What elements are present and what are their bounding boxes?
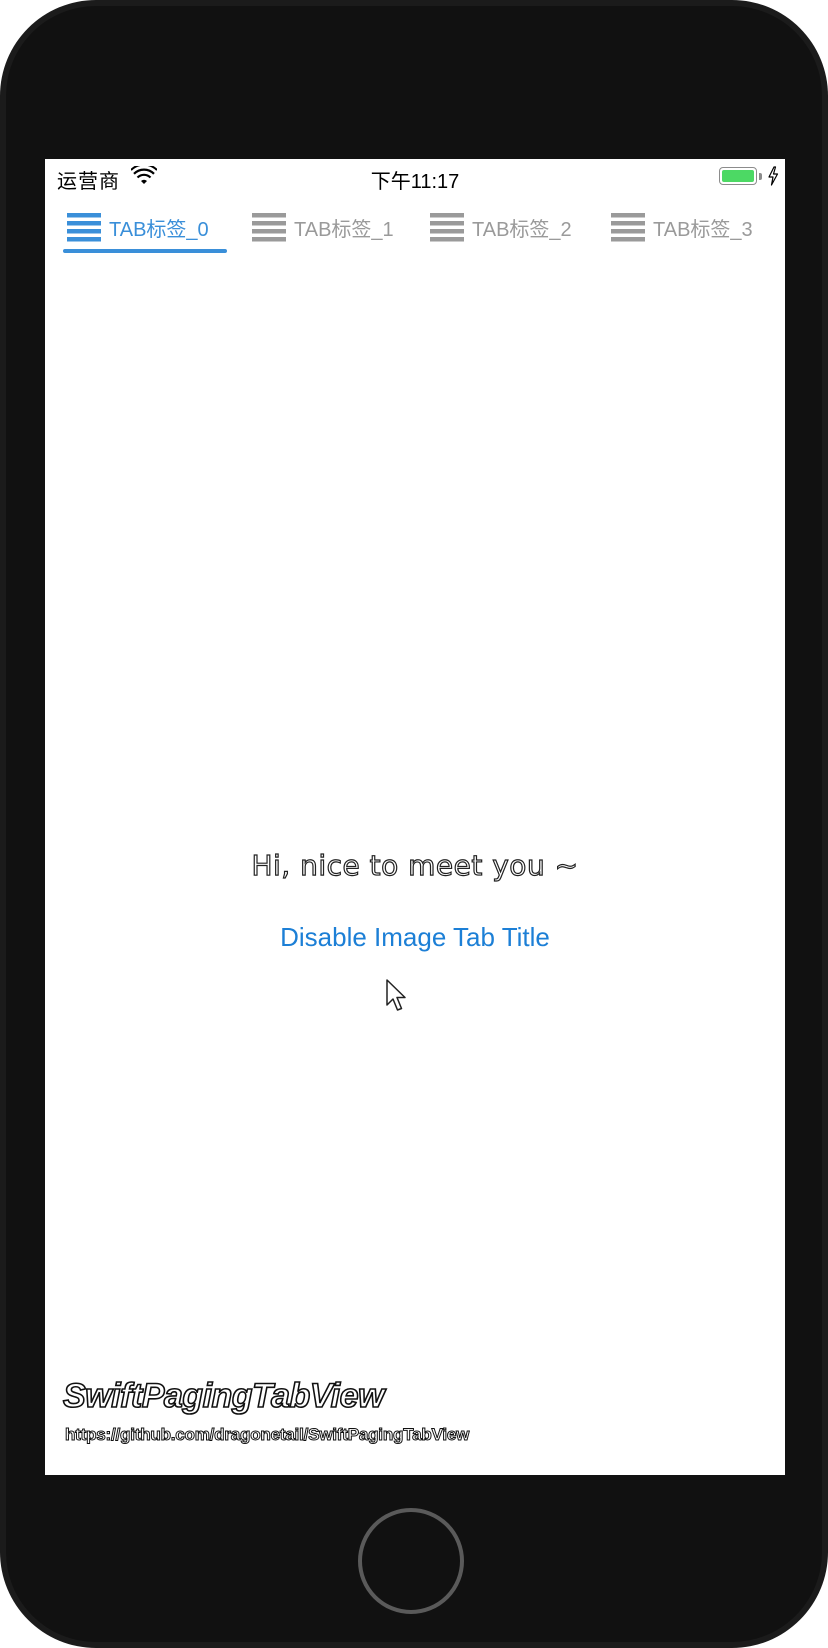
tab-2[interactable]: TAB标签_2 <box>430 197 572 257</box>
list-icon <box>252 213 286 242</box>
watermark-title: SwiftPagingTabView <box>62 1376 385 1416</box>
mouse-cursor-icon <box>386 979 406 1011</box>
list-icon <box>430 213 464 242</box>
greeting-text: Hi, nice to meet you ~ <box>251 848 579 882</box>
list-icon <box>611 213 645 242</box>
disable-image-tab-title-button[interactable]: Disable Image Tab Title <box>45 921 785 954</box>
charging-icon <box>768 166 779 186</box>
list-icon <box>67 213 101 242</box>
home-button[interactable] <box>358 1508 464 1614</box>
watermark-url: https://github.com/dragonetail/SwiftPagi… <box>64 1425 470 1445</box>
tab-1[interactable]: TAB标签_1 <box>252 197 394 257</box>
app-screen: 运营商 下午11:17 TAB标签_0 TAB标签_1 TAB标签_2 TAB标… <box>45 159 785 1475</box>
tab-label: TAB标签_2 <box>472 218 572 241</box>
tab-0[interactable]: TAB标签_0 <box>67 197 209 257</box>
paging-tab-bar: TAB标签_0 TAB标签_1 TAB标签_2 TAB标签_3 <box>45 197 785 257</box>
status-bar: 运营商 下午11:17 <box>45 159 785 197</box>
tab-3[interactable]: TAB标签_3 <box>611 197 753 257</box>
battery-icon <box>719 167 757 185</box>
status-time: 下午11:17 <box>370 171 460 193</box>
active-tab-indicator <box>63 249 227 253</box>
tab-label: TAB标签_3 <box>653 218 753 241</box>
tab-label: TAB标签_0 <box>109 218 209 241</box>
device-frame: 运营商 下午11:17 TAB标签_0 TAB标签_1 TAB标签_2 TAB标… <box>0 0 828 1648</box>
battery-cap <box>759 173 762 180</box>
tab-label: TAB标签_1 <box>294 218 394 241</box>
battery-level <box>722 170 754 182</box>
